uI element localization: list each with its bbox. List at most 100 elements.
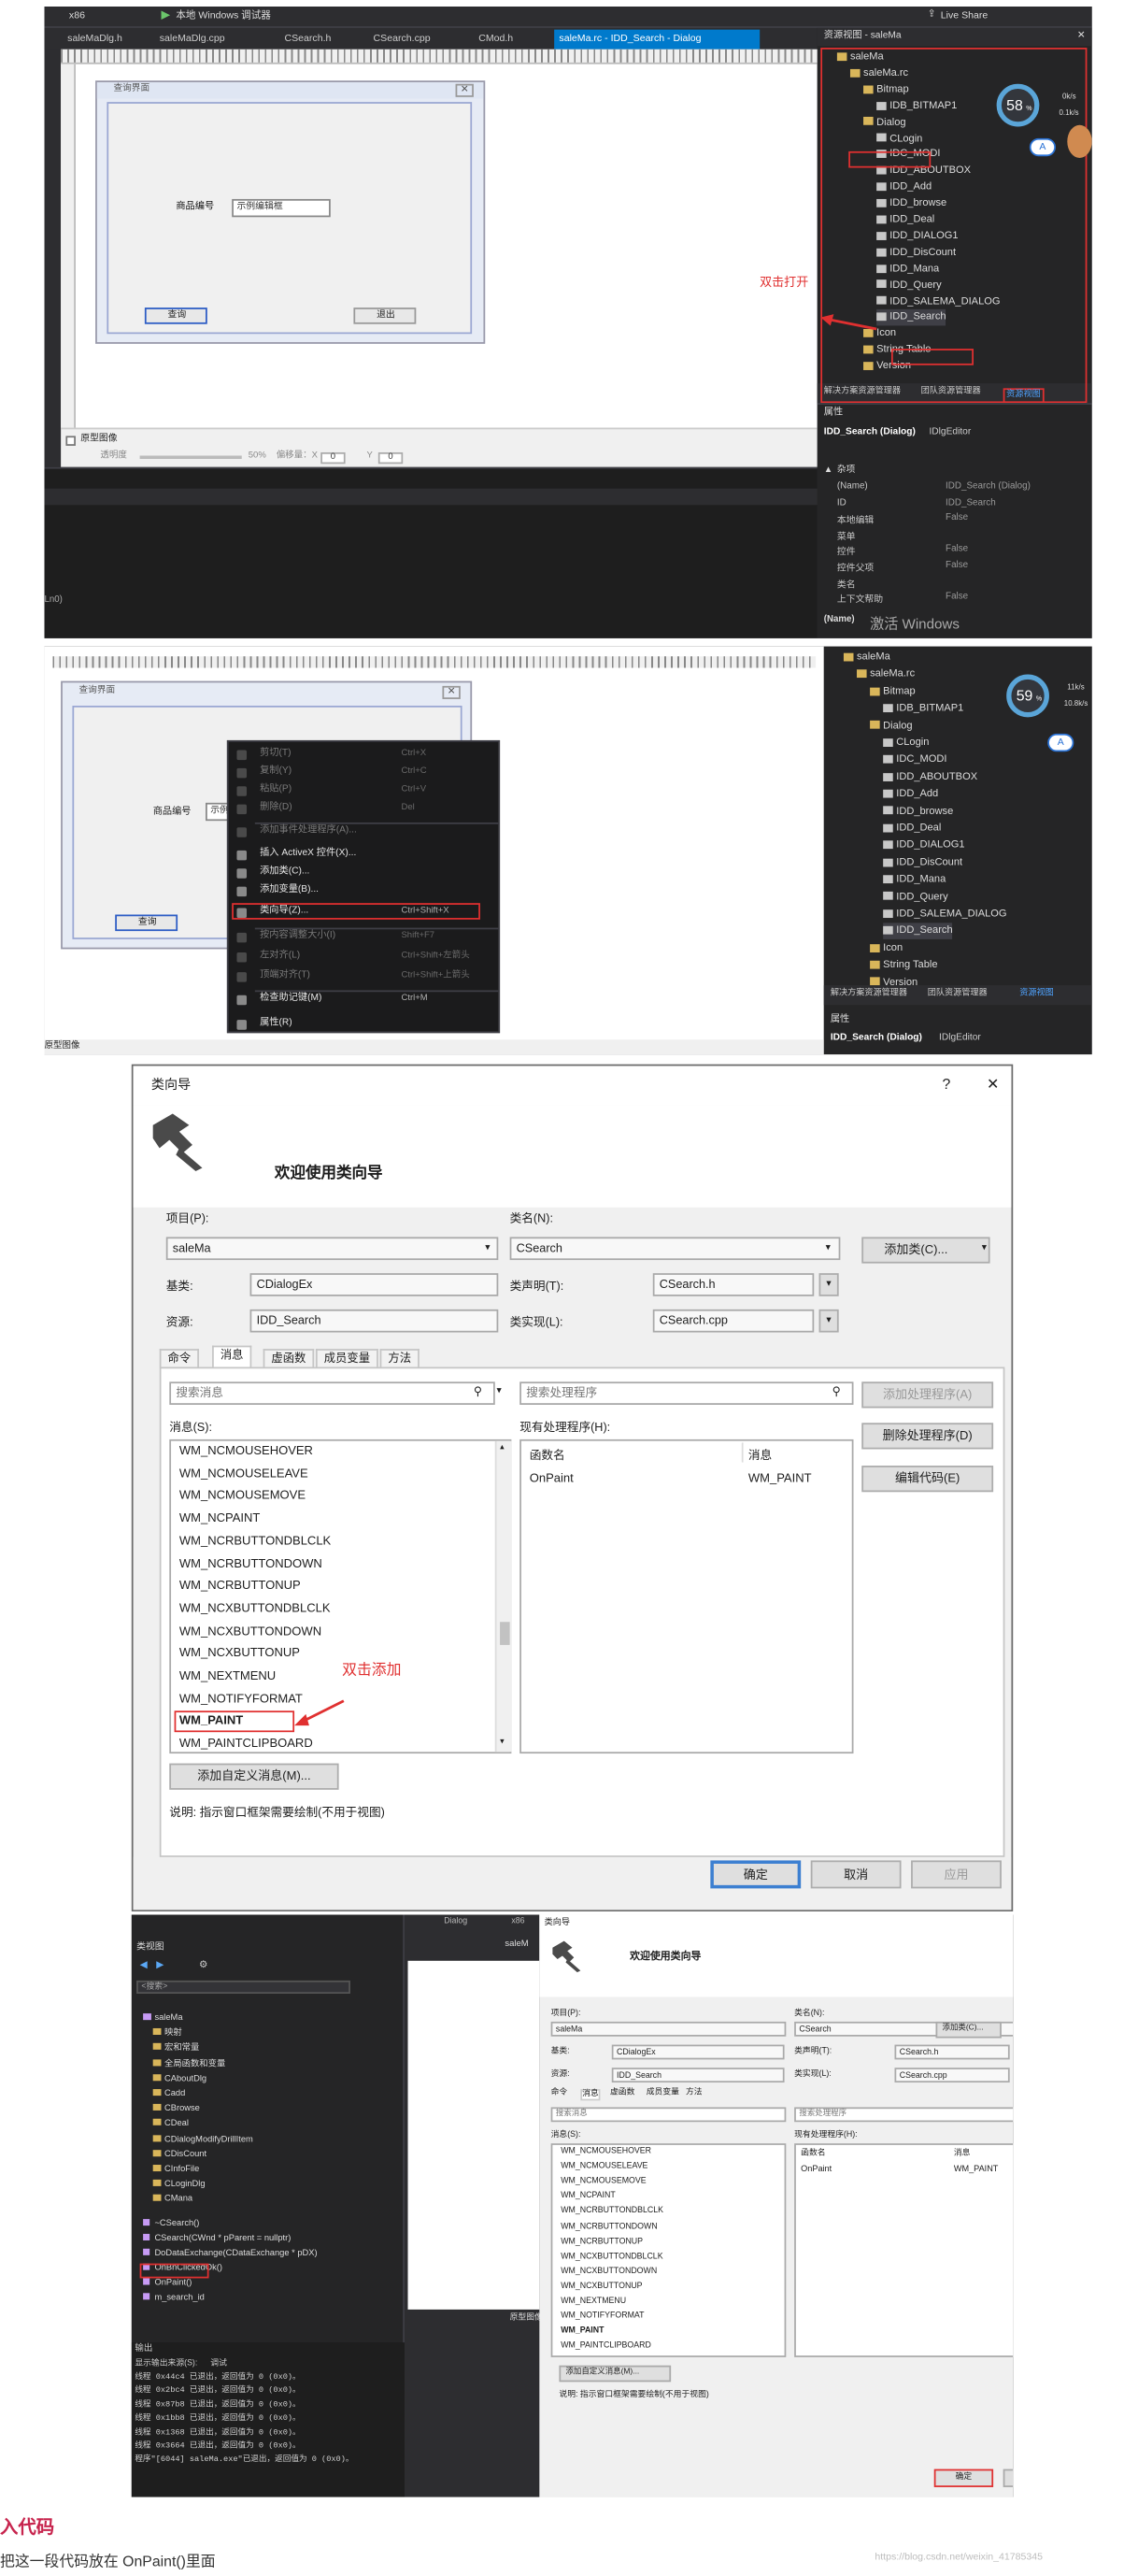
message-item-small[interactable]: WM_NCXBUTTONUP bbox=[561, 2283, 642, 2292]
message-item-small[interactable]: WM_NCMOUSEMOVE bbox=[561, 2178, 646, 2186]
scroll-up-icon[interactable]: ▴ bbox=[500, 1443, 504, 1453]
tree-node-idd-aboutbox[interactable]: IDD_ABOUTBOX bbox=[883, 769, 977, 785]
project-select-small[interactable]: saleMa bbox=[550, 2021, 787, 2037]
handlers-list[interactable]: 函数名 消息 OnPaint WM_PAINT bbox=[519, 1438, 854, 1754]
tree-node-clogin[interactable]: CLogin bbox=[883, 736, 929, 751]
offset-x[interactable]: 0 bbox=[320, 451, 346, 465]
tab-commands[interactable]: 命令 bbox=[159, 1349, 199, 1369]
class-node[interactable]: CDeal bbox=[152, 2105, 189, 2128]
tree-node-salema-rc[interactable]: saleMa.rc bbox=[857, 666, 915, 682]
member-item[interactable]: CSearch(CWnd * pParent = nullptr) bbox=[143, 2219, 291, 2243]
tab-csearch-cpp[interactable]: CSearch.cpp bbox=[374, 35, 431, 45]
property-value[interactable]: False bbox=[946, 513, 968, 523]
menu-item-5[interactable]: 插入 ActiveX 控件(X)... bbox=[260, 849, 356, 860]
dialog-close-icon-2[interactable]: ✕ bbox=[442, 685, 461, 699]
property-value[interactable]: False bbox=[946, 545, 968, 555]
close-icon[interactable]: ✕ bbox=[1077, 31, 1086, 41]
message-item-small[interactable]: WM_PAINT bbox=[561, 2327, 604, 2337]
ok-button[interactable]: 确定 bbox=[710, 1860, 802, 1889]
property-value[interactable]: IDD_Search bbox=[946, 498, 996, 508]
tree-node-idd-query[interactable]: IDD_Query bbox=[883, 889, 948, 905]
tab-csearch-h[interactable]: CSearch.h bbox=[284, 35, 331, 45]
property-value[interactable]: False bbox=[946, 593, 968, 603]
edit-code-button[interactable]: 编辑代码(E) bbox=[861, 1466, 994, 1493]
class-search-input[interactable]: <搜索> bbox=[136, 1980, 350, 1994]
tab-team-explorer-2[interactable]: 团队资源管理器 bbox=[928, 989, 988, 998]
tree-node-idd-search[interactable]: IDD_Search bbox=[883, 923, 953, 940]
class-node[interactable]: CInfoFile bbox=[152, 2150, 199, 2174]
class-node[interactable]: CLoginDlg bbox=[152, 2165, 206, 2189]
transparency-slider[interactable] bbox=[139, 455, 242, 460]
decl-field[interactable]: CSearch.h bbox=[652, 1273, 815, 1296]
wizard-tab-small-2[interactable]: 虚函数 bbox=[610, 2088, 634, 2097]
add-custom-message-button[interactable]: 添加自定义消息(M)... bbox=[169, 1763, 339, 1790]
class-node[interactable]: Cadd bbox=[152, 2074, 185, 2098]
classname-select[interactable]: CSearch ▾ bbox=[509, 1237, 841, 1261]
member-item[interactable]: ~CSearch() bbox=[143, 2204, 199, 2228]
search-handlers-small[interactable]: 搜索处理程序 bbox=[794, 2107, 1014, 2123]
message-item[interactable]: WM_NCXBUTTONUP bbox=[179, 1646, 300, 1659]
message-item[interactable]: WM_NEXTMENU bbox=[179, 1669, 276, 1682]
tab-messages[interactable]: 消息 bbox=[212, 1345, 252, 1369]
add-class-button-small[interactable]: 添加类(C)... bbox=[935, 2021, 1002, 2039]
delete-handler-button[interactable]: 删除处理程序(D) bbox=[861, 1423, 994, 1450]
debugger-select[interactable]: 本地 Windows 调试器 bbox=[176, 11, 271, 21]
tree-node-string-table[interactable]: String Table bbox=[870, 958, 938, 974]
member-item[interactable]: m_search_id bbox=[143, 2278, 205, 2302]
message-item-small[interactable]: WM_NOTIFYFORMAT bbox=[561, 2312, 644, 2322]
message-item[interactable]: WM_NOTIFYFORMAT bbox=[179, 1692, 303, 1705]
search-handlers-input[interactable]: 搜索处理程序 ⚲ bbox=[519, 1381, 854, 1405]
handlers-list-small[interactable]: 函数名 消息 OnPaint WM_PAINT bbox=[794, 2143, 1014, 2357]
menu-item-13[interactable]: 属性(R) bbox=[260, 1019, 292, 1029]
scroll-down-icon[interactable]: ▾ bbox=[500, 1738, 504, 1747]
message-item[interactable]: WM_NCPAINT bbox=[179, 1511, 260, 1524]
prototype-checkbox[interactable] bbox=[65, 436, 76, 446]
message-item-small[interactable]: WM_NEXTMENU bbox=[561, 2297, 626, 2307]
product-id-edit[interactable]: 示例编辑框 bbox=[232, 198, 331, 218]
output-source-value[interactable]: 调试 bbox=[210, 2360, 227, 2368]
tab-salemadlg-h[interactable]: saleMaDlg.h bbox=[67, 35, 122, 45]
ok-button-small[interactable]: 确定 bbox=[933, 2469, 994, 2487]
message-item-small[interactable]: WM_NCPAINT bbox=[561, 2193, 616, 2201]
tab-resource-view-2[interactable]: 资源视图 bbox=[1019, 989, 1054, 998]
message-item[interactable]: WM_NCMOUSELEAVE bbox=[179, 1467, 308, 1480]
member-item[interactable]: DoDataExchange(CDataExchange * pDX) bbox=[143, 2234, 318, 2258]
doc-tab-partial[interactable]: saleM bbox=[505, 1939, 528, 1951]
search-messages-small[interactable]: 搜索消息 bbox=[550, 2107, 787, 2123]
live-share-button[interactable]: Live Share bbox=[941, 11, 988, 21]
class-node[interactable]: CMana bbox=[152, 2181, 192, 2204]
property-value[interactable]: IDD_Search (Dialog) bbox=[946, 482, 1031, 493]
add-custom-button-small[interactable]: 添加自定义消息(M)... bbox=[559, 2365, 672, 2383]
tree-node-idd-dialog1[interactable]: IDD_DIALOG1 bbox=[883, 837, 965, 853]
tree-node-idd-discount[interactable]: IDD_DisCount bbox=[883, 855, 962, 871]
settings-icon[interactable]: ⚙ bbox=[199, 1961, 207, 1971]
tree-node-idd-browse[interactable]: IDD_browse bbox=[883, 804, 953, 820]
message-item[interactable]: WM_PAINTCLIPBOARD bbox=[179, 1737, 313, 1750]
cancel-button-small[interactable]: 取消 bbox=[1003, 2469, 1014, 2487]
play-icon[interactable]: ▶ bbox=[161, 10, 169, 21]
message-item-small[interactable]: WM_NCRBUTTONUP bbox=[561, 2238, 643, 2247]
message-item-small[interactable]: WM_NCRBUTTONDBLCLK bbox=[561, 2208, 663, 2216]
tree-node-idd-add[interactable]: IDD_Add bbox=[883, 787, 938, 803]
class-node[interactable]: CDisCount bbox=[152, 2135, 206, 2159]
handler-func-small[interactable]: OnPaint bbox=[801, 2166, 832, 2175]
wizard-tab-small-0[interactable]: 命令 bbox=[551, 2088, 568, 2097]
add-class-button[interactable]: 添加类(C)... bbox=[861, 1237, 990, 1264]
property-value[interactable]: False bbox=[946, 561, 968, 571]
back-icon[interactable]: ◀ bbox=[140, 1961, 148, 1971]
menu-item-6[interactable]: 添加类(C)... bbox=[260, 867, 309, 878]
class-node[interactable]: 全局函数和变量 bbox=[152, 2044, 225, 2068]
member-item[interactable]: OnBnClickedOk() bbox=[143, 2249, 222, 2273]
cancel-button[interactable]: 取消 bbox=[810, 1860, 902, 1889]
impl-dropdown-button[interactable]: ▾ bbox=[818, 1309, 839, 1333]
class-node[interactable]: saleMa bbox=[143, 1998, 183, 2023]
class-node[interactable]: CDialogModifyDrillItem bbox=[152, 2120, 253, 2144]
menu-item-12[interactable]: 检查助记键(M) bbox=[260, 994, 321, 1005]
tree-node-salema[interactable]: saleMa bbox=[843, 650, 890, 665]
tree-node-idb-bitmap1[interactable]: IDB_BITMAP1 bbox=[883, 701, 963, 717]
dialog-close-icon[interactable]: ✕ bbox=[455, 83, 474, 97]
project-select[interactable]: saleMa ▾ bbox=[165, 1237, 499, 1261]
message-item-small[interactable]: WM_NCRBUTTONDOWN bbox=[561, 2223, 657, 2232]
tab-virtual-functions[interactable]: 虚函数 bbox=[263, 1349, 315, 1369]
tree-node-bitmap[interactable]: Bitmap bbox=[870, 684, 916, 700]
